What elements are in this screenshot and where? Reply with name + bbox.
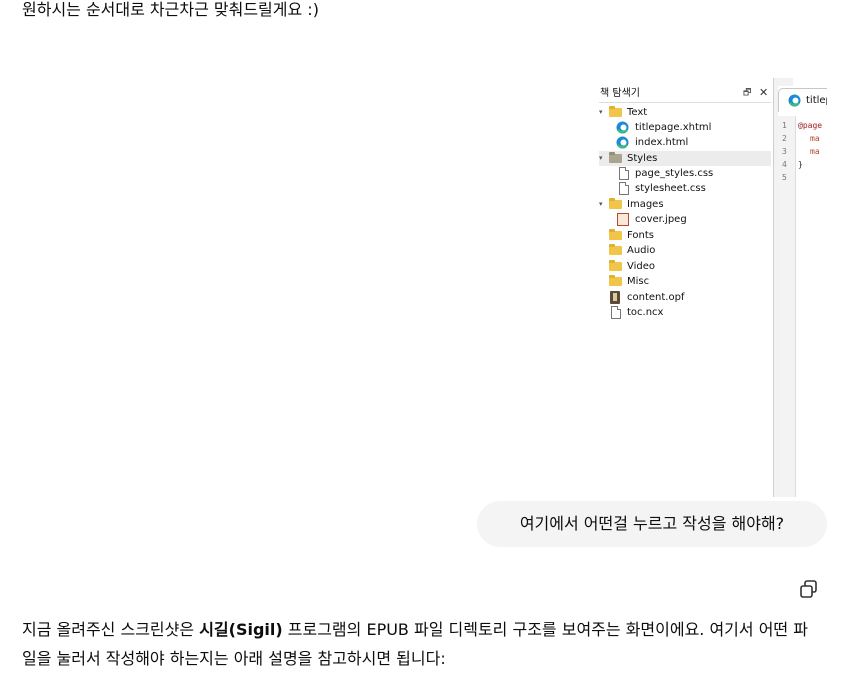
attached-screenshot[interactable]: 책 탐색기 🗗 ✕ ▾ Text titlepage.xhtml index.h…: [599, 78, 827, 497]
expand-arrow-icon[interactable]: ▾: [599, 151, 607, 166]
assistant-answer: 지금 올려주신 스크린샷은 시길(Sigil) 프로그램의 EPUB 파일 디렉…: [22, 615, 822, 673]
line-number: 1: [782, 121, 787, 130]
line-number: 5: [782, 173, 787, 182]
copy-icon[interactable]: [798, 578, 820, 600]
folder-icon: [609, 198, 622, 209]
tree-item-label: Text: [627, 107, 648, 118]
answer-bold-term: 시길(Sigil): [199, 620, 283, 639]
answer-text: 지금 올려주신 스크린샷은: [22, 620, 200, 639]
tree-item-label: stylesheet.css: [635, 183, 706, 194]
folder-icon: [609, 106, 622, 117]
tree-item-label: toc.ncx: [627, 307, 664, 318]
tree-item-label: content.opf: [627, 292, 685, 303]
pane-header: 책 탐색기 🗗 ✕: [599, 86, 771, 103]
book-browser-pane: 책 탐색기 🗗 ✕ ▾ Text titlepage.xhtml index.h…: [599, 78, 771, 497]
edge-browser-icon: [788, 94, 801, 107]
tree-item-label: Video: [627, 261, 656, 272]
editor-tab-titlepage[interactable]: titlep: [778, 88, 827, 112]
folder-icon: [609, 260, 622, 271]
tree-item-label: Misc: [627, 276, 650, 287]
line-number: 2: [782, 134, 787, 143]
tree-item-label: titlepage.xhtml: [635, 122, 712, 133]
tree-item-label: Images: [627, 199, 664, 210]
folder-icon: [609, 275, 622, 286]
code-line: }: [798, 160, 803, 169]
editor-tab-label: titlep: [806, 95, 827, 106]
file-icon: [619, 167, 629, 180]
close-pane-icon[interactable]: ✕: [759, 85, 768, 100]
code-line: ma: [810, 134, 820, 143]
assistant-previous-message: 원하시는 순서대로 차근차근 맞춰드릴게요 :): [22, 0, 319, 19]
file-icon: [619, 182, 629, 195]
tree-item-label: cover.jpeg: [635, 214, 687, 225]
user-message-bubble: 여기에서 어떤걸 누르고 작성을 해야해?: [477, 501, 827, 547]
tree-item-label: Fonts: [627, 230, 654, 241]
tree-item-styles-folder[interactable]: ▾ Styles: [599, 151, 771, 166]
tree-item-label: Audio: [627, 245, 656, 256]
folder-icon: [609, 229, 622, 240]
pane-title: 책 탐색기: [600, 88, 640, 99]
line-number-gutter: 1 2 3 4 5: [778, 116, 796, 497]
tree-item-label: page_styles.css: [635, 168, 714, 179]
edge-browser-icon: [616, 121, 629, 134]
float-pane-icon[interactable]: 🗗: [743, 86, 751, 101]
tree-item-label: index.html: [635, 137, 689, 148]
code-editor[interactable]: titlep 1 2 3 4 5 @page ma ma }: [778, 86, 827, 497]
tree-item-label: Styles: [627, 153, 658, 164]
folder-icon: [609, 244, 622, 255]
expand-arrow-icon[interactable]: ▾: [599, 105, 607, 120]
line-number: 4: [782, 160, 787, 169]
code-line: @page: [798, 121, 823, 130]
edge-browser-icon: [616, 136, 629, 149]
line-number: 3: [782, 147, 787, 156]
expand-arrow-icon[interactable]: ▾: [599, 197, 607, 212]
file-icon: [611, 306, 621, 319]
code-line: ma: [810, 147, 820, 156]
folder-icon: [609, 152, 622, 163]
book-icon: [610, 291, 620, 304]
image-file-icon: [617, 213, 629, 226]
